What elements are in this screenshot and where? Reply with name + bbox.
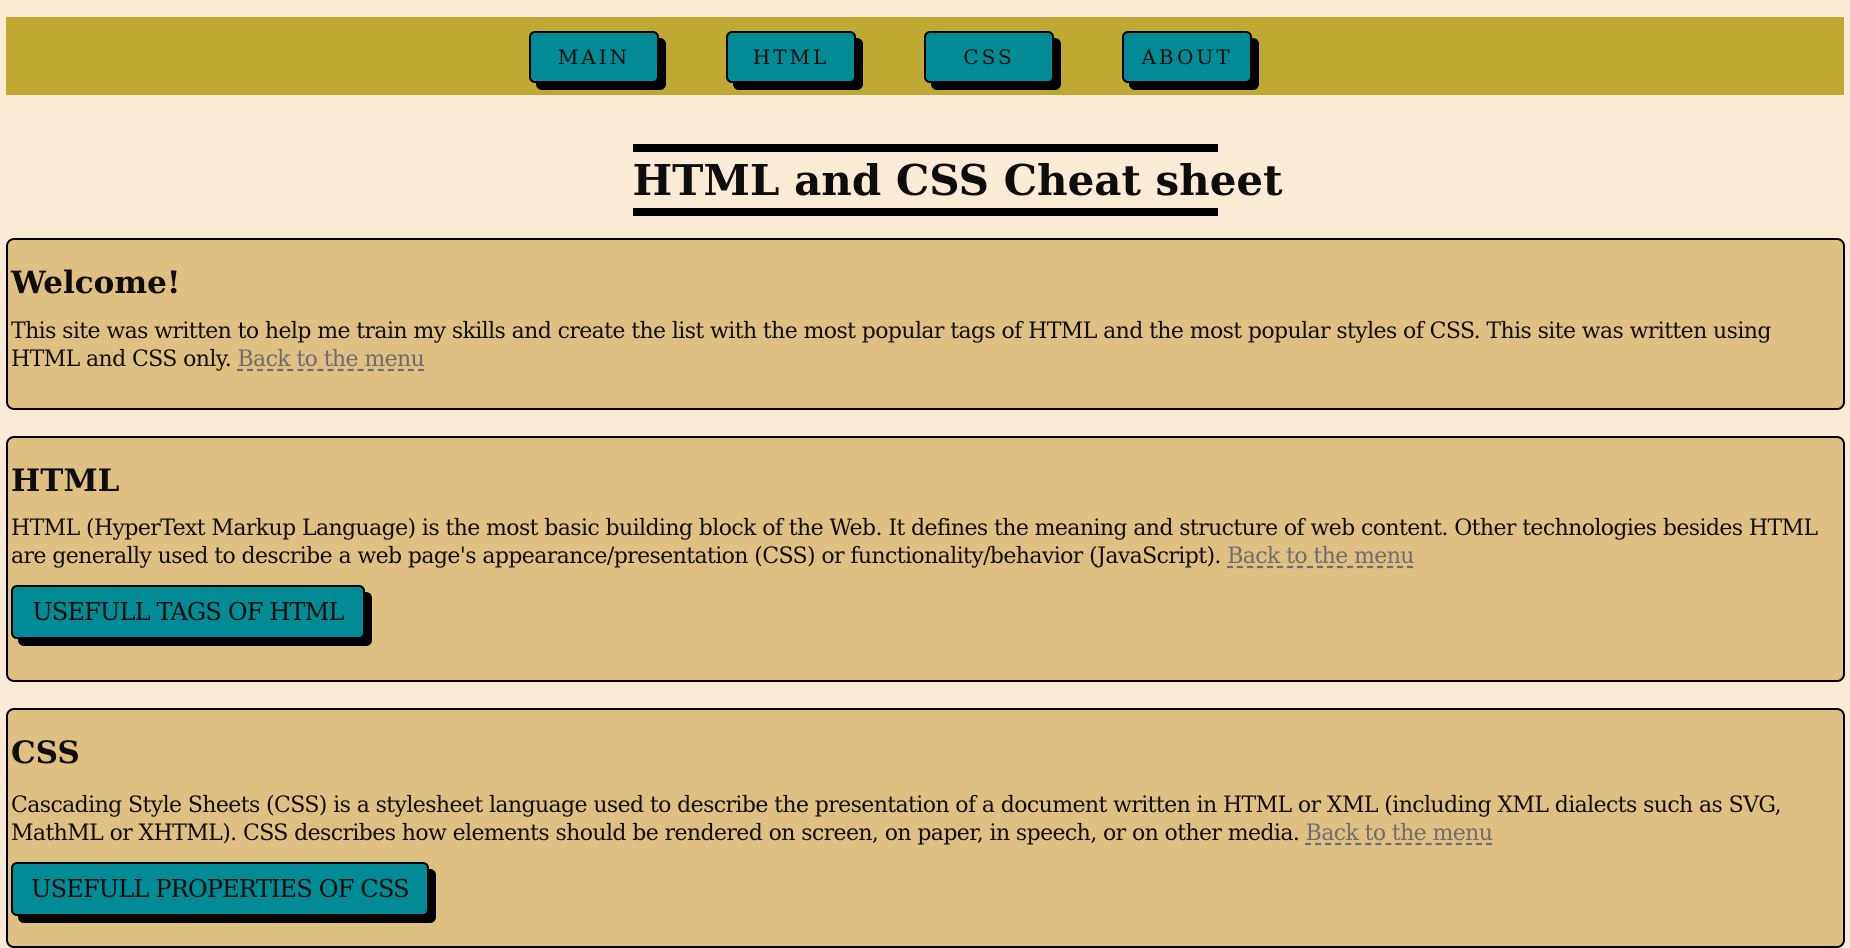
back-to-menu-link[interactable]: Back to the menu <box>237 347 424 372</box>
back-to-menu-link[interactable]: Back to the menu <box>1306 821 1493 846</box>
back-to-menu-link[interactable]: Back to the menu <box>1227 544 1414 569</box>
css-section: CSS Cascading Style Sheets (CSS) is a st… <box>6 708 1845 948</box>
css-paragraph: Cascading Style Sheets (CSS) is a styles… <box>11 792 1843 848</box>
top-nav-bar: MAIN HTML CSS ABOUT <box>6 17 1844 95</box>
welcome-section: Welcome! This site was written to help m… <box>6 238 1845 410</box>
html-section: HTML HTML (HyperText Markup Language) is… <box>6 436 1845 682</box>
nav-css-button[interactable]: CSS <box>924 31 1054 83</box>
nav-html-button[interactable]: HTML <box>726 31 856 83</box>
page-title: HTML and CSS Cheat sheet <box>632 144 1283 216</box>
css-heading: CSS <box>11 735 80 771</box>
html-heading: HTML <box>11 463 120 499</box>
welcome-heading: Welcome! <box>11 265 181 301</box>
welcome-paragraph: This site was written to help me train m… <box>11 318 1843 374</box>
nav-main-button[interactable]: MAIN <box>529 31 659 83</box>
html-text: HTML (HyperText Markup Language) is the … <box>11 516 1818 569</box>
nav-about-button[interactable]: ABOUT <box>1122 31 1252 83</box>
useful-tags-html-button[interactable]: USEFULL TAGS OF HTML <box>11 585 365 639</box>
title-wrapper: HTML and CSS Cheat sheet <box>0 144 1850 216</box>
useful-properties-css-button[interactable]: USEFULL PROPERTIES OF CSS <box>11 862 429 916</box>
css-text: Cascading Style Sheets (CSS) is a styles… <box>11 793 1782 846</box>
html-paragraph: HTML (HyperText Markup Language) is the … <box>11 515 1843 571</box>
